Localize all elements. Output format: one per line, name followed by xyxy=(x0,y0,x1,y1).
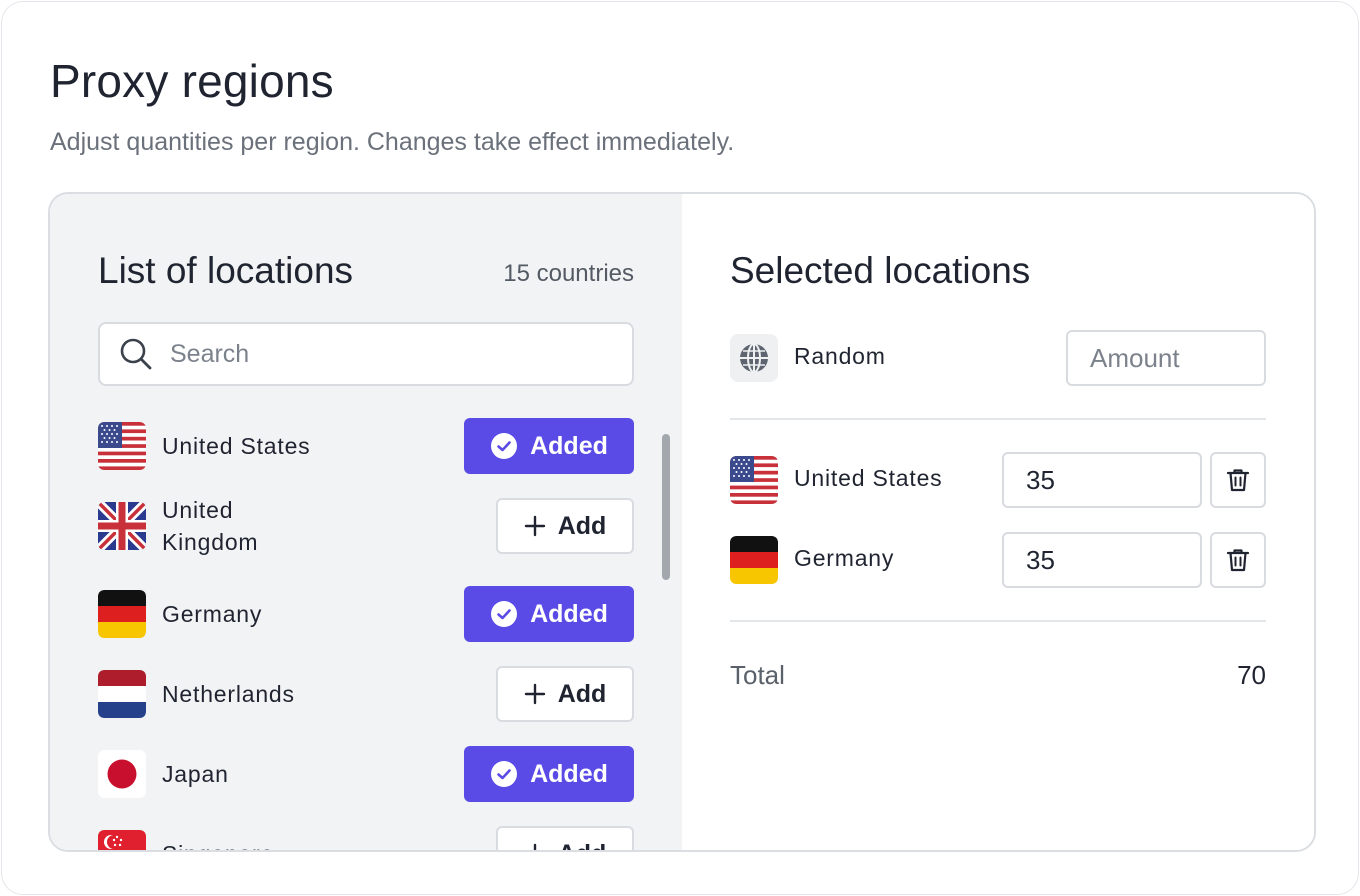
add-button-netherlands[interactable]: Add xyxy=(496,666,634,722)
added-label: Added xyxy=(530,599,608,628)
total-value: 70 xyxy=(1237,660,1266,690)
add-label: Add xyxy=(557,511,607,540)
list-title: List of locations xyxy=(98,250,354,291)
jp-flag-icon xyxy=(98,750,146,798)
location-row-singapore: Singapore Add xyxy=(98,826,634,851)
us-flag-icon xyxy=(730,456,778,504)
us-flag-icon xyxy=(98,422,146,470)
selected-row-united-states: United States xyxy=(730,452,1266,508)
location-name: United States xyxy=(162,433,311,459)
added-button-germany[interactable]: Added xyxy=(464,586,634,642)
globe-badge xyxy=(730,334,778,382)
random-label: Random xyxy=(794,343,886,369)
list-of-locations: List of locations 15 countries Search Un… xyxy=(50,194,682,850)
check-circle-icon xyxy=(491,761,518,787)
search-box[interactable] xyxy=(98,322,634,386)
de-flag-icon xyxy=(730,536,778,584)
divider xyxy=(730,620,1266,622)
selected-location-name: Germany xyxy=(794,545,895,571)
delete-button-germany[interactable] xyxy=(1210,532,1266,588)
country-count: 15 countries xyxy=(503,260,634,287)
nl-flag-icon xyxy=(98,670,146,718)
plus-icon xyxy=(524,515,545,537)
selected-row-germany: Germany xyxy=(730,532,1266,588)
location-name: Singapore xyxy=(162,838,362,850)
delete-button-united-states[interactable] xyxy=(1210,452,1266,508)
locations-panel: List of locations 15 countries Search Un… xyxy=(48,192,1316,852)
divider xyxy=(730,418,1266,420)
add-label: Add xyxy=(558,840,607,851)
proxy-regions-page: Proxy regions Adjust quantities per regi… xyxy=(1,1,1359,895)
total-label: Total xyxy=(730,660,785,690)
location-row-japan: Japan Added xyxy=(98,746,634,802)
added-label: Added xyxy=(530,759,608,788)
de-flag-icon xyxy=(98,590,146,638)
location-name: United Kingdom xyxy=(162,497,259,555)
list-scrollbar[interactable] xyxy=(662,434,670,580)
quantity-input-united-states[interactable] xyxy=(1002,452,1202,508)
location-name: Germany xyxy=(162,601,263,627)
location-name: Netherlands xyxy=(162,681,295,707)
sg-flag-icon xyxy=(98,830,146,850)
add-button-singapore[interactable]: Add xyxy=(496,826,634,851)
added-button-japan[interactable]: Added xyxy=(464,746,634,802)
selected-location-name: United States xyxy=(794,465,943,491)
uk-flag-icon xyxy=(98,502,146,550)
page-subtitle: Adjust quantities per region. Changes ta… xyxy=(50,128,735,156)
random-row: Random xyxy=(730,330,1266,386)
check-circle-icon xyxy=(491,433,518,459)
location-row-germany: Germany Added xyxy=(98,586,634,642)
added-label: Added xyxy=(530,431,608,460)
location-row-united-kingdom: United Kingdom Add xyxy=(98,494,634,558)
location-row-united-states: United States Added xyxy=(98,418,634,474)
quantity-input-germany[interactable] xyxy=(1002,532,1202,588)
selected-locations: Selected locations Random Amount United … xyxy=(682,194,1314,850)
search-icon xyxy=(120,338,152,370)
add-label: Add xyxy=(557,679,607,708)
add-button-united-kingdom[interactable]: Add xyxy=(496,498,634,554)
selected-title: Selected locations xyxy=(730,250,1031,291)
trash-icon xyxy=(1226,549,1250,572)
plus-icon xyxy=(533,843,536,850)
random-amount-input[interactable] xyxy=(1066,330,1266,386)
search-input[interactable] xyxy=(170,339,610,369)
trash-icon xyxy=(1226,469,1250,492)
location-name: Japan xyxy=(162,761,229,787)
check-circle-icon xyxy=(491,601,518,627)
plus-icon xyxy=(524,683,545,705)
page-title: Proxy regions xyxy=(50,55,334,107)
location-row-netherlands: Netherlands Add xyxy=(98,666,634,722)
globe-icon xyxy=(740,343,768,373)
added-button-united-states[interactable]: Added xyxy=(464,418,634,474)
